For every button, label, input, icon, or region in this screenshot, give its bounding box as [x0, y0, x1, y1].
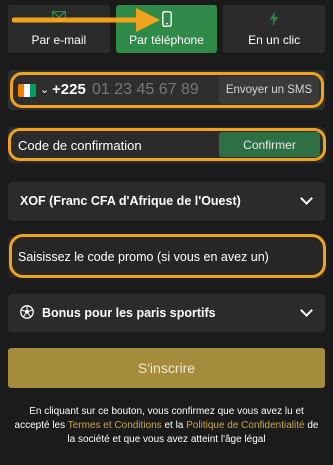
tab-email-label: Par e-mail: [31, 33, 87, 47]
privacy-policy-link[interactable]: Politique de Confidentialité: [186, 420, 304, 431]
terms-text-and: et la: [164, 420, 184, 431]
flag-stripe-green: [30, 84, 36, 97]
tab-one-click-label: En un clic: [248, 33, 301, 47]
country-flag-icon[interactable]: [18, 84, 36, 97]
terms-notice: En cliquant sur ce bouton, vous confirme…: [12, 405, 321, 447]
bonus-selected-value: Bonus pour les paris sportifs: [42, 306, 216, 320]
tab-phone[interactable]: Par téléphone: [115, 5, 218, 53]
country-code: +225: [52, 81, 86, 98]
phone-number-input[interactable]: [92, 80, 212, 100]
tab-phone-label: Par téléphone: [129, 33, 204, 47]
country-dropdown-chevron-icon[interactable]: ⌄: [40, 83, 49, 96]
confirm-button[interactable]: Confirmer: [219, 132, 320, 157]
phone-icon: [161, 11, 172, 30]
email-icon: [51, 10, 67, 25]
terms-and-conditions-link[interactable]: Termes et Conditions: [68, 420, 162, 431]
registration-method-tabs: Par e-mail Par téléphone En un clic: [8, 5, 326, 53]
lightning-icon: [269, 11, 279, 29]
confirmation-code-field[interactable]: Code de confirmation: [18, 138, 142, 153]
promo-code-input[interactable]: [18, 248, 308, 266]
currency-selected-value: XOF (Franc CFA d'Afrique de l'Ouest): [20, 194, 241, 208]
tab-one-click[interactable]: En un clic: [223, 5, 326, 53]
soccer-ball-icon: [20, 305, 34, 319]
send-sms-button[interactable]: Envoyer un SMS: [219, 76, 319, 104]
register-button[interactable]: S'inscrire: [8, 348, 325, 388]
tab-email[interactable]: Par e-mail: [8, 5, 110, 53]
